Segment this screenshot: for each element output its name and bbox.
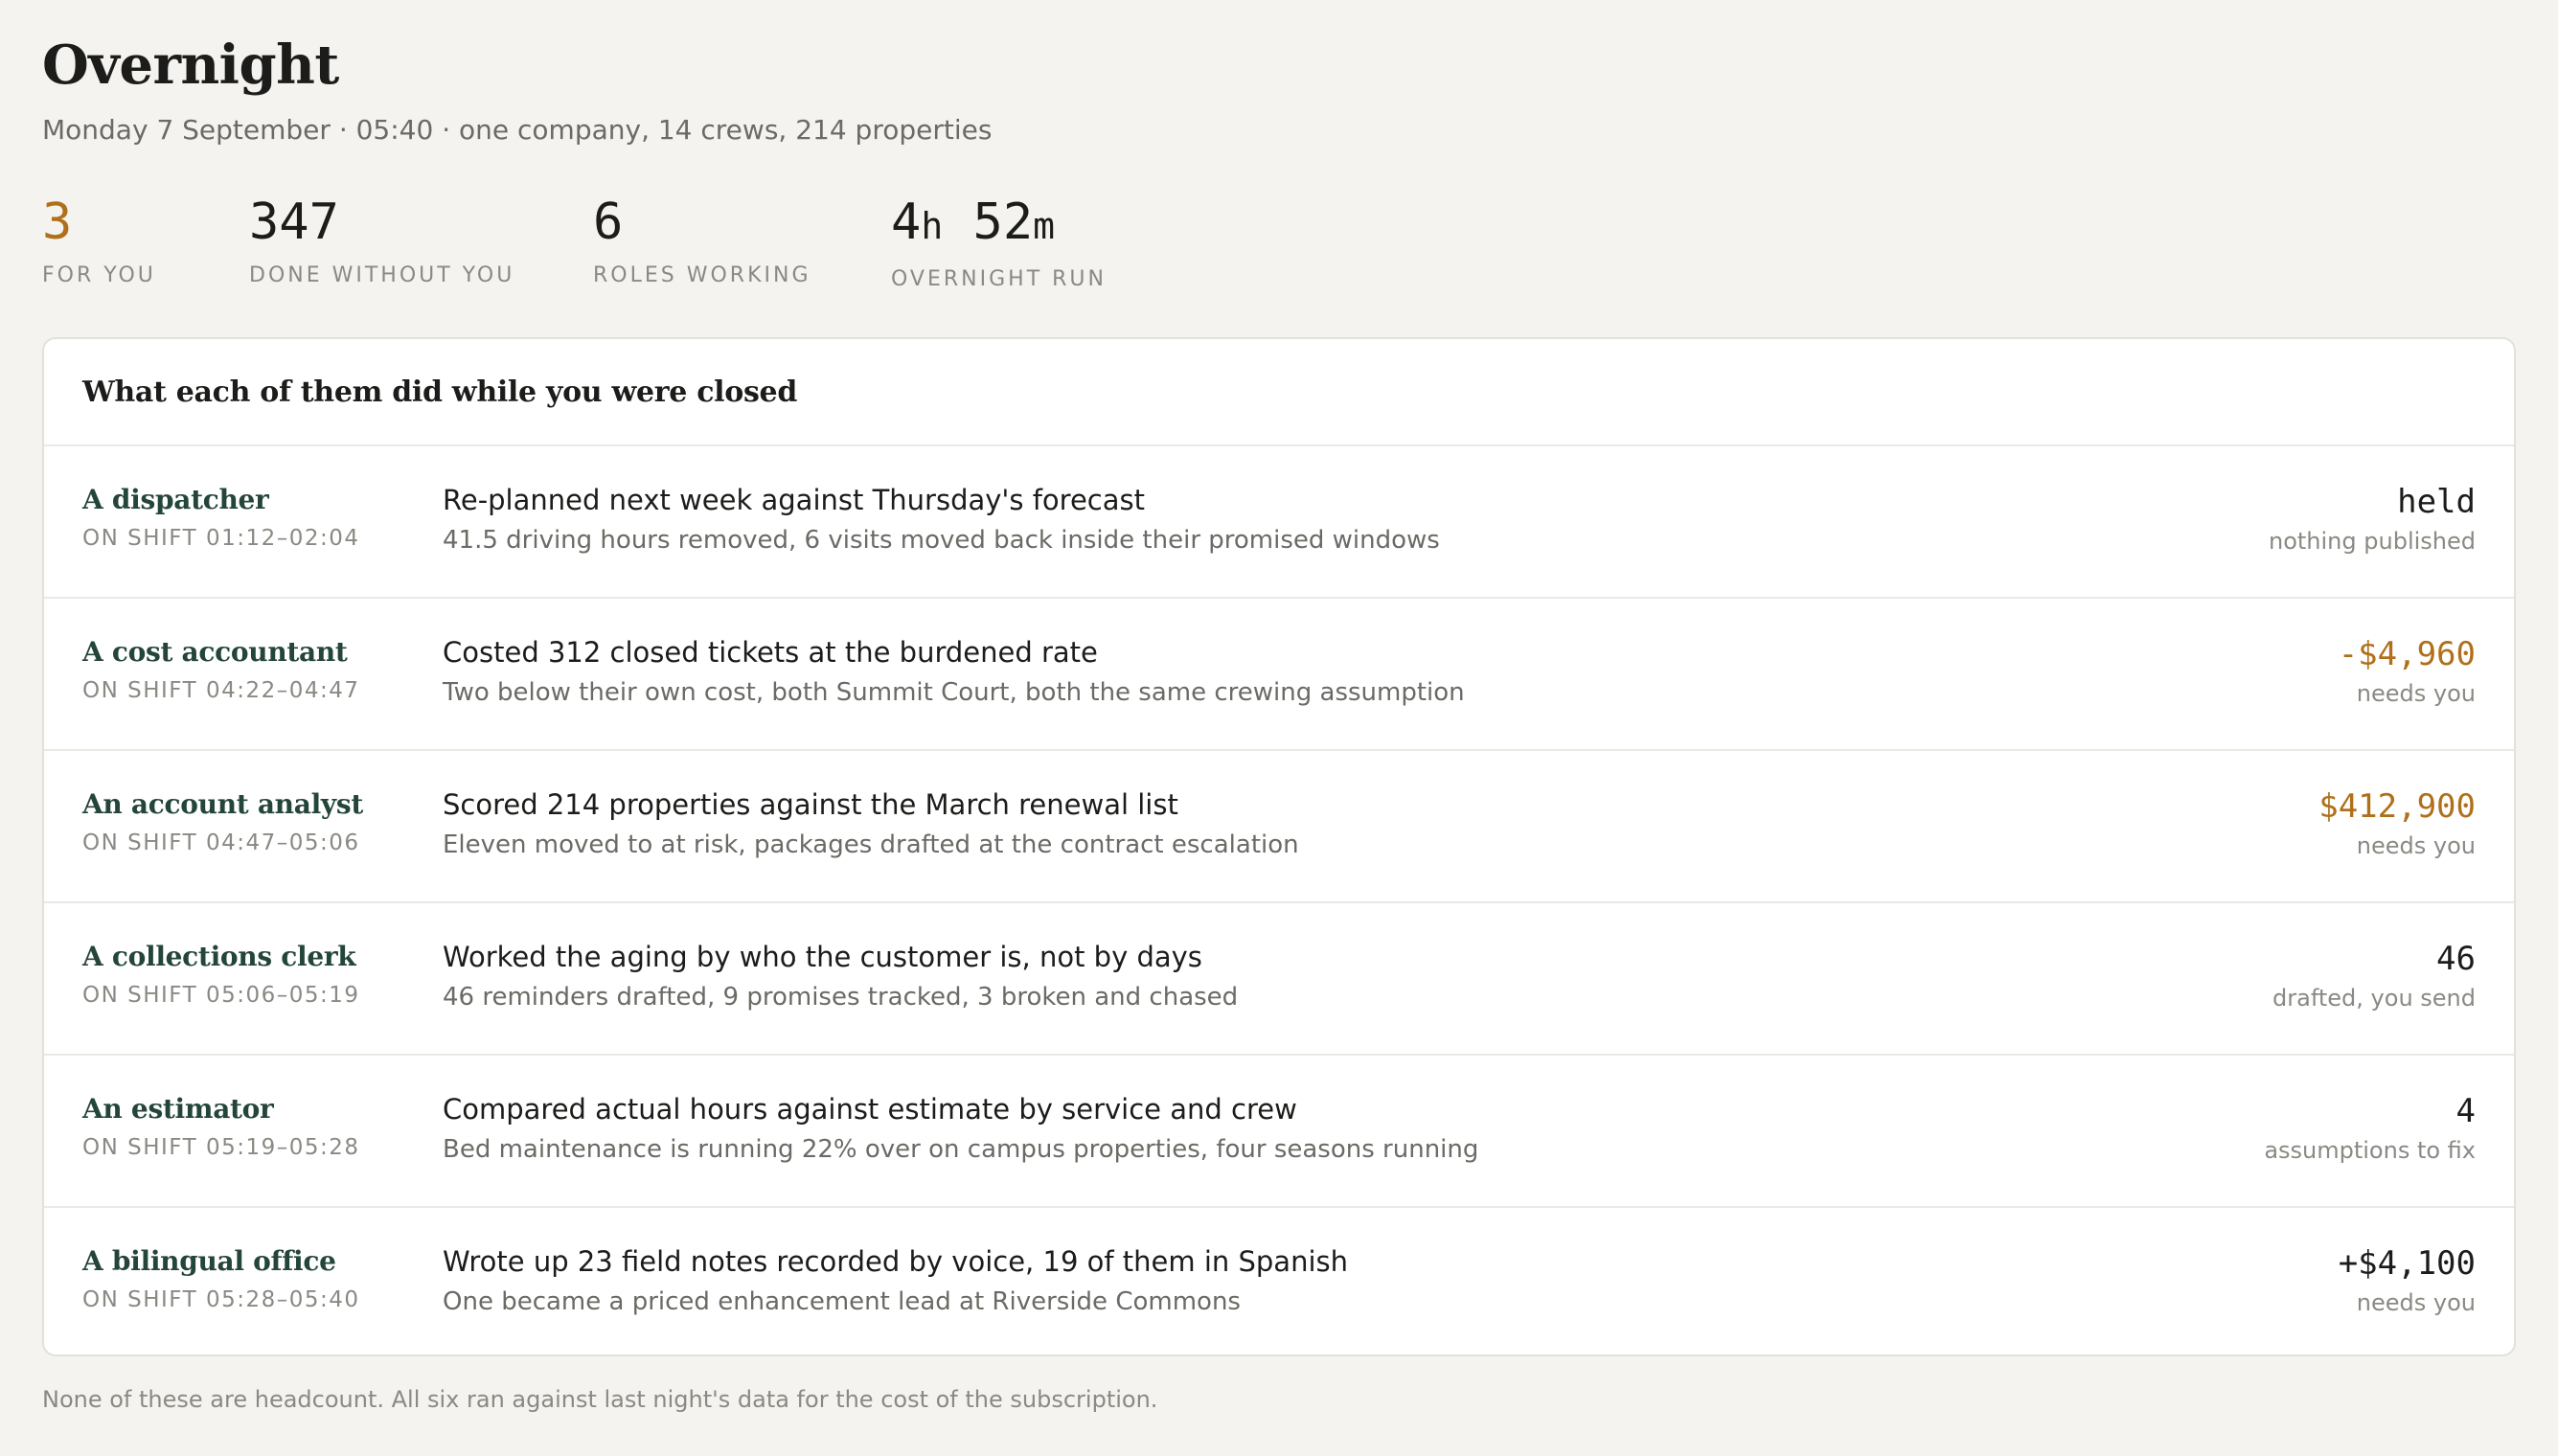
card-title: What each of them did while you were clo…: [82, 375, 798, 409]
outcome-value: 4: [2455, 1092, 2476, 1130]
work-summary: Compared actual hours against estimate b…: [443, 1093, 1297, 1126]
role-shift: ON SHIFT 05:28–05:40: [82, 1287, 360, 1312]
outcome-note: drafted, you send: [2273, 985, 2476, 1012]
outcome-cell: held nothing published: [2073, 483, 2476, 556]
work-summary: Costed 312 closed tickets at the burdene…: [443, 636, 1098, 669]
footnote: None of these are headcount. All six ran…: [42, 1386, 1158, 1413]
role-cell: A bilingual office ON SHIFT 05:28–05:40: [82, 1244, 408, 1313]
work-summary: Wrote up 23 field notes recorded by voic…: [443, 1245, 1349, 1278]
work-description: Costed 312 closed tickets at the burdene…: [443, 635, 2071, 708]
role-row-bilingual-office[interactable]: A bilingual office ON SHIFT 05:28–05:40 …: [44, 1208, 2514, 1354]
outcome-note: needs you: [2356, 1289, 2476, 1316]
role-name: A dispatcher: [82, 484, 269, 515]
outcome-note: assumptions to fix: [2264, 1137, 2476, 1164]
stat-run-minutes: 52: [972, 193, 1034, 251]
role-name: A collections clerk: [82, 941, 356, 972]
outcome-cell: -$4,960 needs you: [2073, 635, 2476, 708]
role-row-estimator[interactable]: An estimator ON SHIFT 05:19–05:28 Compar…: [44, 1056, 2514, 1208]
stat-for-you-value: 3: [42, 193, 73, 251]
outcome-cell: $412,900 needs you: [2073, 787, 2476, 860]
stat-run-hours: 4: [891, 193, 922, 251]
work-description: Compared actual hours against estimate b…: [443, 1092, 2071, 1165]
page-subtitle: Monday 7 September · 05:40 · one company…: [42, 114, 993, 146]
outcome-value: $412,900: [2318, 787, 2476, 826]
outcome-cell: 46 drafted, you send: [2073, 940, 2476, 1012]
work-detail: 46 reminders drafted, 9 promises tracked…: [443, 983, 1239, 1012]
outcome-cell: +$4,100 needs you: [2073, 1244, 2476, 1317]
work-detail: 41.5 driving hours removed, 6 visits mov…: [443, 526, 1440, 555]
role-shift: ON SHIFT 04:47–05:06: [82, 830, 360, 855]
role-cell: An account analyst ON SHIFT 04:47–05:06: [82, 787, 408, 856]
work-description: Worked the aging by who the customer is,…: [443, 940, 2071, 1012]
stat-done-without-you: 347 DONE WITHOUT YOU: [249, 192, 514, 289]
outcome-value: held: [2397, 483, 2476, 521]
role-cell: A dispatcher ON SHIFT 01:12–02:04: [82, 483, 408, 552]
work-description: Re-planned next week against Thursday's …: [443, 483, 2071, 556]
stat-run-hours-unit: h: [921, 205, 944, 247]
role-cell: A collections clerk ON SHIFT 05:06–05:19: [82, 940, 408, 1009]
outcome-note: needs you: [2356, 680, 2476, 707]
stat-roles-label: ROLES WORKING: [593, 263, 811, 287]
role-cell: A cost accountant ON SHIFT 04:22–04:47: [82, 635, 408, 704]
role-shift: ON SHIFT 04:22–04:47: [82, 678, 360, 703]
stats-strip: 3 FOR YOU 347 DONE WITHOUT YOU 6 ROLES W…: [42, 192, 1383, 297]
role-name: An estimator: [82, 1093, 274, 1125]
stat-done-label: DONE WITHOUT YOU: [249, 263, 515, 287]
stat-for-you-label: FOR YOU: [42, 263, 156, 287]
page-title: Overnight: [42, 34, 339, 97]
stat-for-you[interactable]: 3 FOR YOU: [42, 192, 156, 289]
work-detail: One became a priced enhancement lead at …: [443, 1287, 1241, 1316]
work-detail: Bed maintenance is running 22% over on c…: [443, 1135, 1479, 1164]
stat-done-value: 347: [249, 193, 339, 251]
card-header: What each of them did while you were clo…: [44, 339, 2514, 446]
outcome-cell: 4 assumptions to fix: [2073, 1092, 2476, 1165]
work-description: Wrote up 23 field notes recorded by voic…: [443, 1244, 2071, 1317]
role-shift: ON SHIFT 05:19–05:28: [82, 1135, 360, 1160]
stat-overnight-run: 4h 52m OVERNIGHT RUN: [891, 192, 1107, 293]
work-summary: Re-planned next week against Thursday's …: [443, 484, 1146, 516]
work-summary: Worked the aging by who the customer is,…: [443, 941, 1202, 973]
work-detail: Two below their own cost, both Summit Co…: [443, 678, 1465, 707]
role-name: A cost accountant: [82, 636, 348, 668]
stat-run-minutes-unit: m: [1033, 205, 1056, 247]
outcome-note: nothing published: [2269, 528, 2476, 555]
stat-run-label: OVERNIGHT RUN: [891, 267, 1107, 291]
work-description: Scored 214 properties against the March …: [443, 787, 2071, 860]
work-summary: Scored 214 properties against the March …: [443, 788, 1178, 821]
role-cell: An estimator ON SHIFT 05:19–05:28: [82, 1092, 408, 1161]
role-row-collections-clerk[interactable]: A collections clerk ON SHIFT 05:06–05:19…: [44, 903, 2514, 1056]
stat-run-value: 4h 52m: [891, 192, 1107, 257]
role-row-dispatcher[interactable]: A dispatcher ON SHIFT 01:12–02:04 Re-pla…: [44, 446, 2514, 599]
role-shift: ON SHIFT 01:12–02:04: [82, 526, 360, 551]
role-row-account-analyst[interactable]: An account analyst ON SHIFT 04:47–05:06 …: [44, 751, 2514, 903]
stat-roles-value: 6: [593, 193, 624, 251]
role-name: An account analyst: [82, 788, 363, 820]
role-row-cost-accountant[interactable]: A cost accountant ON SHIFT 04:22–04:47 C…: [44, 599, 2514, 751]
stat-roles-working: 6 ROLES WORKING: [593, 192, 811, 289]
work-detail: Eleven moved to at risk, packages drafte…: [443, 830, 1299, 859]
outcome-note: needs you: [2356, 832, 2476, 859]
role-name: A bilingual office: [82, 1245, 336, 1277]
outcome-value: +$4,100: [2338, 1244, 2476, 1283]
outcome-value: 46: [2436, 940, 2476, 978]
role-shift: ON SHIFT 05:06–05:19: [82, 983, 360, 1008]
outcome-value: -$4,960: [2338, 635, 2476, 673]
roles-card: What each of them did while you were clo…: [42, 337, 2516, 1356]
